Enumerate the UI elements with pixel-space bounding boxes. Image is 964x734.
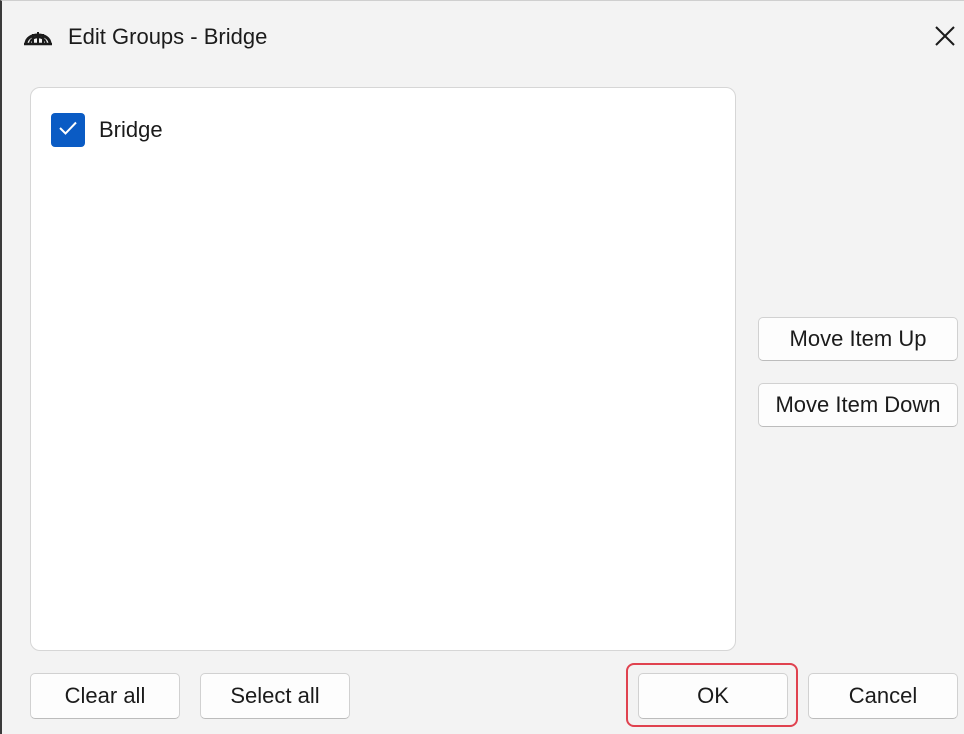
close-button[interactable]	[928, 21, 962, 55]
window-title: Edit Groups - Bridge	[68, 24, 268, 49]
groups-list[interactable]: Bridge	[30, 87, 736, 651]
select-all-button[interactable]: Select all	[200, 673, 350, 719]
title-bar: Edit Groups - Bridge	[2, 1, 964, 71]
close-icon	[934, 25, 956, 52]
list-item-label: Bridge	[99, 117, 163, 142]
bridge-arch-icon	[24, 24, 52, 46]
bridge-checkbox[interactable]	[51, 113, 85, 147]
move-item-up-button[interactable]: Move Item Up	[758, 317, 958, 361]
clear-all-button[interactable]: Clear all	[30, 673, 180, 719]
list-item[interactable]: Bridge	[51, 112, 163, 148]
cancel-button[interactable]: Cancel	[808, 673, 958, 719]
ok-button[interactable]: OK	[638, 673, 788, 719]
edit-groups-dialog: Edit Groups - Bridge Bridge Move Item Up	[0, 0, 964, 734]
checkmark-icon	[58, 120, 78, 141]
move-item-down-button[interactable]: Move Item Down	[758, 383, 958, 427]
